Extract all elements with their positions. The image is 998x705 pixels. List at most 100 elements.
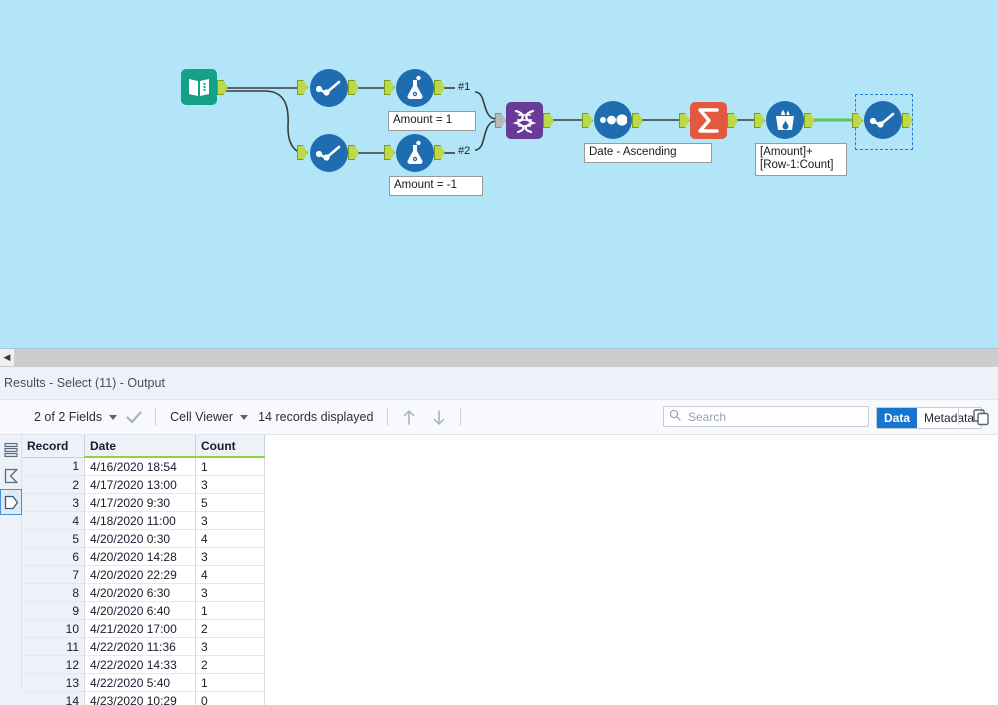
chevron-left-icon[interactable]: ◀ [0,349,14,366]
cell-count[interactable]: 3 [195,583,265,602]
table-row[interactable]: 4 4/18/2020 11:00 3 [22,511,265,530]
table-row[interactable]: 10 4/21/2020 17:00 2 [22,619,265,638]
cell-record[interactable]: 14 [22,691,85,705]
rail-output-anchor-icon[interactable] [0,489,22,515]
flask-icon [396,134,434,172]
table-header-row: Record Date Count [22,435,265,458]
cell-record[interactable]: 3 [22,493,85,512]
cell-date[interactable]: 4/20/2020 0:30 [84,529,196,548]
cell-date[interactable]: 4/23/2020 10:29 [84,691,196,705]
table-row[interactable]: 9 4/20/2020 6:40 1 [22,601,265,620]
cell-record[interactable]: 1 [22,457,85,476]
search-input-wrapper[interactable] [663,406,869,427]
cell-date[interactable]: 4/22/2020 5:40 [84,673,196,692]
cell-record[interactable]: 10 [22,619,85,638]
results-body: Record Date Count 1 4/16/2020 18:54 1 2 4/17… [0,435,998,705]
cell-count[interactable]: 2 [195,619,265,638]
table-row[interactable]: 12 4/22/2020 14:33 2 [22,655,265,674]
cell-date[interactable]: 4/22/2020 14:33 [84,655,196,674]
rail-footer [0,688,22,705]
table-row[interactable]: 3 4/17/2020 9:30 5 [22,493,265,512]
table-row[interactable]: 1 4/16/2020 18:54 1 [22,457,265,476]
cell-date[interactable]: 4/16/2020 18:54 [84,457,196,476]
data-metadata-toggle[interactable]: Data Metadata [876,407,983,429]
cell-date[interactable]: 4/20/2020 6:40 [84,601,196,620]
cell-record[interactable]: 6 [22,547,85,566]
arrow-down-icon[interactable] [428,406,450,428]
cell-count[interactable]: 0 [195,691,265,705]
cell-count[interactable]: 1 [195,601,265,620]
cell-count[interactable]: 3 [195,637,265,656]
canvas-horizontal-scrollbar[interactable]: ◀ [0,348,998,366]
cell-count[interactable]: 1 [195,457,265,476]
rail-table-rows-icon[interactable] [0,437,22,463]
table-row[interactable]: 6 4/20/2020 14:28 3 [22,547,265,566]
select-checkmark-icon [310,134,348,172]
cell-date[interactable]: 4/21/2020 17:00 [84,619,196,638]
toolbar-divider [460,408,462,426]
copy-icon[interactable] [972,408,990,431]
table-row[interactable]: 5 4/20/2020 0:30 4 [22,529,265,548]
cell-count[interactable]: 5 [195,493,265,512]
select-checkmark-icon [864,101,902,139]
sort-annotation: Date - Ascending [584,143,712,163]
cell-viewer-selector[interactable]: Cell Viewer [166,400,254,434]
cell-record[interactable]: 2 [22,475,85,494]
sigma-icon [690,102,727,139]
cell-record[interactable]: 8 [22,583,85,602]
cell-count[interactable]: 1 [195,673,265,692]
table-row[interactable]: 11 4/22/2020 11:36 3 [22,637,265,656]
union-dna-icon [506,102,543,139]
tab-data[interactable]: Data [877,408,918,428]
cell-record[interactable]: 7 [22,565,85,584]
chevron-down-icon[interactable] [109,414,118,420]
search-icon [669,408,681,426]
fields-label: 2 of 2 Fields [34,410,103,424]
flask-icon [396,69,434,107]
rail-all-anchor-icon[interactable] [0,463,22,489]
cell-count[interactable]: 3 [195,511,265,530]
cell-count[interactable]: 2 [195,655,265,674]
book-icon [181,69,217,105]
chevron-down-icon[interactable] [240,414,249,420]
connection-label-input-1: #1 [458,81,471,93]
connection-label-input-2: #2 [458,145,471,157]
search-input[interactable] [686,408,860,425]
cell-record[interactable]: 13 [22,673,85,692]
table-row[interactable]: 13 4/22/2020 5:40 1 [22,673,265,692]
cell-record[interactable]: 9 [22,601,85,620]
cell-date[interactable]: 4/18/2020 11:00 [84,511,196,530]
cell-record[interactable]: 12 [22,655,85,674]
cell-count[interactable]: 4 [195,565,265,584]
cell-record[interactable]: 11 [22,637,85,656]
cell-count[interactable]: 3 [195,475,265,494]
table-row[interactable]: 14 4/23/2020 10:29 0 [22,691,265,705]
workflow-canvas[interactable]: Amount = 1 Amount = -1 #1 #2 Date - Asce… [0,0,998,348]
cell-count[interactable]: 3 [195,547,265,566]
cell-record[interactable]: 5 [22,529,85,548]
cell-date[interactable]: 4/22/2020 11:36 [84,637,196,656]
toolbar-divider [155,408,157,426]
table-row[interactable]: 2 4/17/2020 13:00 3 [22,475,265,494]
cell-date[interactable]: 4/20/2020 22:29 [84,565,196,584]
cell-date[interactable]: 4/17/2020 9:30 [84,493,196,512]
column-header-count[interactable]: Count [195,435,265,458]
toolbar-divider [387,408,389,426]
cell-record[interactable]: 4 [22,511,85,530]
cell-date[interactable]: 4/20/2020 14:28 [84,547,196,566]
cell-date[interactable]: 4/17/2020 13:00 [84,475,196,494]
table-row[interactable]: 7 4/20/2020 22:29 4 [22,565,265,584]
table-row[interactable]: 8 4/20/2020 6:30 3 [22,583,265,602]
column-header-date[interactable]: Date [84,435,196,458]
arrow-up-icon[interactable] [398,406,420,428]
multi-row-formula-annotation: [Amount]+[Row-1:Count] [755,143,847,176]
scrollbar-track[interactable] [14,350,998,365]
formula-bottom-annotation: Amount = -1 [389,176,483,196]
fields-selector[interactable]: 2 of 2 Fields [30,400,123,434]
column-header-record[interactable]: Record [22,435,85,458]
results-data-grid[interactable]: Record Date Count 1 4/16/2020 18:54 1 2 4/17… [22,435,265,705]
cell-date[interactable]: 4/20/2020 6:30 [84,583,196,602]
checkmark-icon[interactable] [123,406,145,428]
cell-count[interactable]: 4 [195,529,265,548]
cell-viewer-label: Cell Viewer [170,410,234,424]
